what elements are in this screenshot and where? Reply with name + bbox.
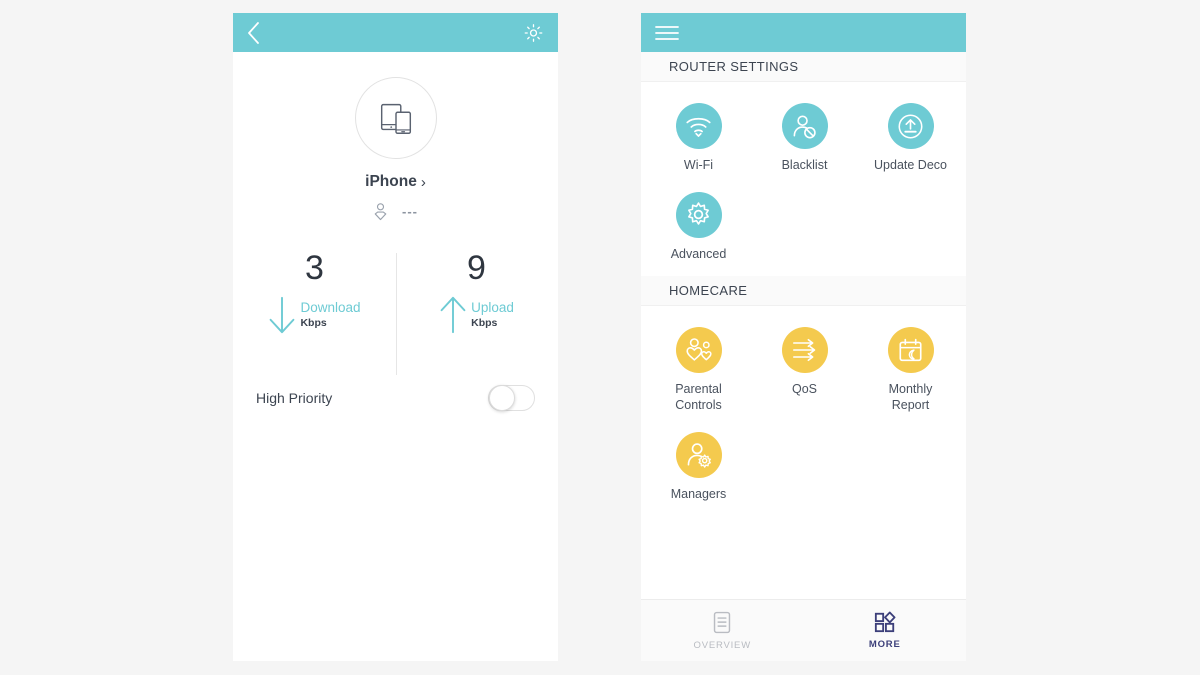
bottom-navigation: OVERVIEW MORE — [641, 599, 966, 661]
download-stat: 3 Download Kbps — [233, 251, 395, 336]
section-header-router-settings: ROUTER SETTINGS — [641, 52, 966, 82]
grid-more-icon — [874, 611, 896, 633]
device-detail-screen: iPhone › --- 3 Download Kbps 9 Upload Kb… — [233, 13, 558, 661]
tile-icon-wrapper — [887, 103, 934, 149]
device-identity-block: iPhone › --- — [233, 52, 558, 221]
tile-icon-wrapper — [781, 103, 828, 149]
tile-icon-wrapper — [781, 327, 828, 374]
tile-label: QoS — [791, 382, 817, 397]
tile-label: Monthly Report — [888, 382, 933, 412]
parental-controls-icon — [685, 338, 712, 361]
back-button[interactable] — [247, 21, 260, 44]
tile-icon-wrapper — [887, 327, 934, 374]
wifi-icon — [686, 117, 711, 137]
grid-row-spacer — [641, 173, 966, 184]
upload-value: 9 — [467, 249, 486, 287]
user-blocked-icon — [793, 114, 816, 139]
nav-label: OVERVIEW — [693, 639, 751, 651]
download-unit: Kbps — [300, 316, 327, 329]
tile-label: Parental Controls — [675, 382, 722, 412]
device-name-label: iPhone — [365, 173, 417, 190]
screenshot-canvas: iPhone › --- 3 Download Kbps 9 Upload Kb… — [0, 0, 1200, 675]
gear-icon — [524, 23, 543, 42]
toggle-knob — [489, 385, 515, 411]
high-priority-toggle[interactable] — [488, 385, 535, 411]
tablet-phone-icon — [380, 103, 411, 134]
speed-stats: 3 Download Kbps 9 Upload Kbps — [233, 251, 558, 375]
tile-label: Wi-Fi — [683, 158, 714, 172]
tile-label: Managers — [670, 486, 727, 501]
calendar-moon-icon — [899, 338, 922, 361]
upload-circle-icon — [898, 114, 923, 138]
tile-label: Update Deco — [874, 158, 947, 172]
device-owner-row: --- — [373, 202, 418, 221]
high-priority-label: High Priority — [256, 390, 333, 406]
upload-label: Upload — [471, 300, 514, 315]
tile-update-deco[interactable]: Update Deco — [862, 95, 959, 174]
tile-blacklist[interactable]: Blacklist — [756, 95, 853, 174]
menu-button[interactable] — [655, 25, 679, 41]
download-value: 3 — [305, 249, 324, 287]
tile-parental-controls[interactable]: Parental Controls — [650, 319, 747, 413]
download-label: Download — [300, 300, 361, 315]
nav-item-overview[interactable]: OVERVIEW — [641, 600, 804, 661]
device-owner-value: --- — [402, 204, 418, 219]
tile-icon-wrapper — [675, 431, 722, 478]
qos-arrows-icon — [792, 339, 815, 362]
high-priority-row: High Priority — [233, 378, 558, 418]
nav-label: MORE — [868, 639, 901, 650]
settings-button[interactable] — [523, 22, 544, 43]
owner-person-icon — [374, 203, 387, 221]
tile-label: Blacklist — [781, 158, 828, 172]
homecare-grid: Parental Controls QoS Monthly Report Man… — [641, 306, 966, 517]
gear-icon — [688, 202, 709, 225]
tile-icon-wrapper — [675, 103, 722, 149]
tile-qos[interactable]: QoS — [756, 319, 853, 413]
router-settings-grid: Wi-Fi Blacklist Update Deco Advanced — [641, 82, 966, 277]
arrow-down-icon — [270, 296, 295, 334]
tile-advanced[interactable]: Advanced — [650, 184, 747, 263]
section-header-homecare: HOMECARE — [641, 276, 966, 307]
right-topbar — [641, 13, 966, 52]
upload-stat: 9 Upload Kbps — [395, 251, 557, 336]
tile-monthly-report[interactable]: Monthly Report — [862, 319, 959, 413]
chevron-left-icon — [248, 21, 259, 44]
device-avatar — [354, 77, 437, 159]
tile-managers[interactable]: Managers — [650, 424, 747, 503]
chevron-right-icon: › — [420, 173, 426, 191]
left-topbar — [233, 13, 558, 52]
upload-unit: Kbps — [471, 316, 498, 329]
tile-label: Advanced — [670, 246, 727, 261]
tile-icon-wrapper — [675, 191, 722, 238]
arrow-up-icon — [440, 296, 466, 334]
user-gear-icon — [687, 443, 711, 468]
nav-item-more[interactable]: MORE — [804, 600, 967, 661]
hamburger-menu-icon — [655, 25, 679, 40]
device-name-button[interactable]: iPhone › — [365, 173, 426, 191]
tile-wifi[interactable]: Wi-Fi — [650, 95, 747, 174]
document-list-icon — [714, 611, 731, 633]
stats-divider — [395, 253, 397, 375]
tile-icon-wrapper — [675, 327, 722, 374]
more-screen: ROUTER SETTINGS Wi-Fi Blacklist Update D… — [641, 13, 966, 661]
grid-row-spacer — [641, 413, 966, 424]
